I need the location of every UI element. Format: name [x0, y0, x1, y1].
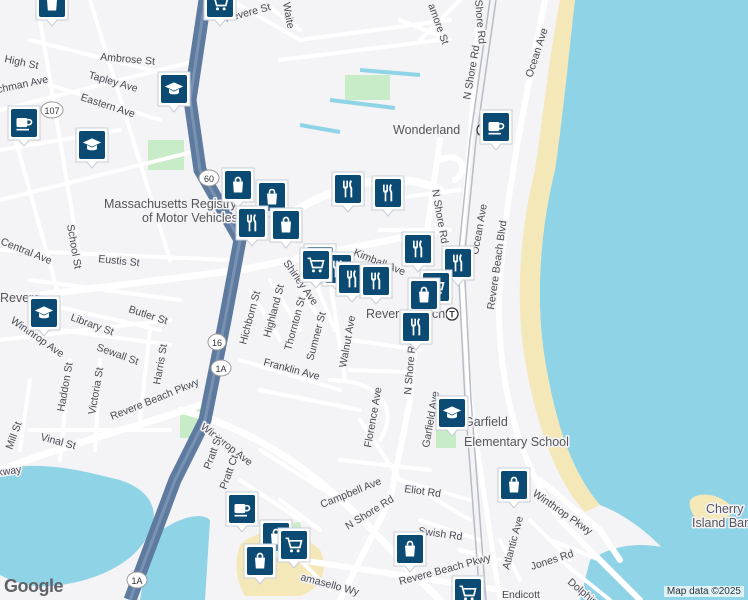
svg-text:T: T — [449, 310, 455, 320]
svg-text:Waite: Waite — [280, 1, 296, 29]
google-logo: Google — [4, 576, 64, 596]
transit-icon[interactable]: T — [445, 307, 459, 321]
shopping-pin[interactable] — [451, 575, 485, 600]
svg-text:Elementary School: Elementary School — [464, 435, 569, 449]
route-60-shield: 60 — [198, 169, 220, 187]
cafe-pin[interactable] — [225, 491, 259, 533]
route-107-shield: 107 — [40, 101, 64, 119]
svg-text:Cherry: Cherry — [706, 502, 744, 516]
svg-text:Revere Beach Blvd: Revere Beach Blvd — [485, 220, 509, 311]
svg-text:60: 60 — [204, 174, 214, 184]
svg-text:Garfield: Garfield — [464, 415, 508, 429]
school-pin[interactable] — [435, 395, 469, 437]
park — [345, 75, 390, 100]
svg-text:Eastern Ave: Eastern Ave — [79, 91, 137, 120]
svg-text:Haddon St: Haddon St — [55, 361, 75, 412]
svg-text:Pratt Ct: Pratt Ct — [218, 453, 241, 491]
restaurant-pin[interactable] — [331, 171, 365, 213]
restaurant-pin[interactable] — [235, 205, 269, 247]
svg-text:Hichborn St: Hichborn St — [237, 290, 263, 346]
svg-text:Harris St: Harris St — [151, 343, 170, 385]
svg-text:School St: School St — [64, 223, 84, 269]
cafe-pin[interactable] — [7, 105, 41, 147]
svg-text:Eliot Rd: Eliot Rd — [404, 483, 442, 500]
svg-text:Highland St: Highland St — [261, 283, 287, 339]
svg-text:Shore Rd: Shore Rd — [472, 0, 488, 45]
map-canvas[interactable]: 107 60 16 1A 1A T T Revere St Waite Shor… — [0, 0, 748, 600]
shopping-pin[interactable] — [221, 167, 255, 209]
map-attribution[interactable]: Map data ©2025 — [663, 586, 744, 597]
school-pin[interactable] — [157, 71, 191, 113]
route-1a-shield: 1A — [126, 571, 148, 589]
restaurant-pin[interactable] — [359, 263, 393, 305]
route-1a-shield: 1A — [210, 359, 232, 377]
svg-text:1A: 1A — [131, 576, 142, 586]
cafe-pin[interactable] — [479, 109, 513, 151]
svg-text:Wonderland: Wonderland — [393, 123, 460, 137]
restaurant-pin[interactable] — [401, 231, 435, 273]
svg-text:High St: High St — [3, 53, 39, 72]
svg-text:Endicott: Endicott — [502, 589, 540, 600]
route-16-shield: 16 — [207, 333, 227, 351]
svg-text:of Motor Vehicles: of Motor Vehicles — [142, 211, 238, 225]
shopping-pin[interactable] — [277, 527, 311, 569]
svg-text:Sumner St: Sumner St — [304, 311, 328, 362]
svg-text:Pratt St: Pratt St — [202, 434, 225, 471]
shopping-pin[interactable] — [497, 467, 531, 509]
restaurant-pin[interactable] — [371, 175, 405, 217]
restaurant-pin[interactable] — [399, 309, 433, 351]
svg-text:Island Bar: Island Bar — [692, 516, 748, 530]
shopping-pin[interactable] — [393, 531, 427, 573]
svg-text:1A: 1A — [215, 364, 226, 374]
svg-text:Ocean Ave: Ocean Ave — [523, 26, 550, 79]
school-pin[interactable] — [27, 295, 61, 337]
svg-text:chman Ave: chman Ave — [0, 73, 49, 96]
school-pin[interactable] — [75, 127, 109, 169]
harbor-water — [0, 465, 154, 587]
shopping-pin[interactable] — [243, 543, 277, 585]
shopping-pin[interactable] — [299, 247, 333, 289]
shopping-pin[interactable] — [269, 207, 303, 249]
bag-icon — [46, 0, 58, 12]
svg-text:Massachusetts Registry: Massachusetts Registry — [104, 197, 237, 211]
svg-text:Atlantic Ave: Atlantic Ave — [500, 515, 526, 571]
svg-text:Victoria St: Victoria St — [86, 366, 106, 415]
svg-text:107: 107 — [44, 106, 59, 116]
svg-text:16: 16 — [212, 338, 222, 348]
